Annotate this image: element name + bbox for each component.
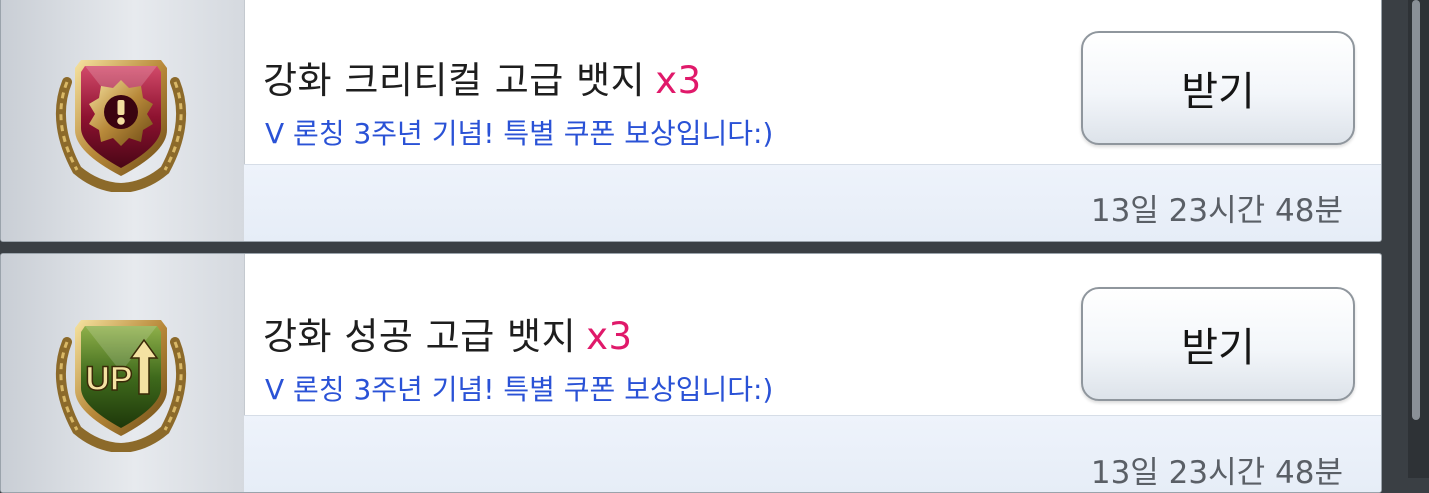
reward-message: V 론칭 3주년 기념! 특별 쿠폰 보상입니다:) — [265, 117, 774, 150]
claim-button[interactable]: 받기 — [1081, 31, 1355, 145]
reward-list: 강화 크리티컬 고급 뱃지 x3 V 론칭 3주년 기념! 특별 쿠폰 보상입니다… — [0, 0, 1384, 493]
reward-title: 강화 크리티컬 고급 뱃지 x3 — [263, 50, 702, 104]
reward-item-success: UP 강화 성공 고급 뱃지 x3 V 론칭 3주년 기념! 특별 쿠폰 보상입니… — [0, 253, 1382, 493]
scrollbar-thumb[interactable] — [1412, 0, 1420, 420]
expiry-time: 13일 23시간 48분 — [1090, 193, 1343, 229]
badge-up-text: UP — [85, 360, 132, 398]
claim-button[interactable]: 받기 — [1081, 287, 1355, 401]
reward-message: V 론칭 3주년 기념! 특별 쿠폰 보상입니다:) — [265, 373, 774, 406]
expiry-time: 13일 23시간 48분 — [1090, 455, 1343, 491]
reward-title: 강화 성공 고급 뱃지 x3 — [263, 306, 633, 360]
success-up-badge-icon: UP — [55, 320, 187, 452]
reward-quantity: x3 — [655, 59, 702, 102]
reward-name: 강화 성공 고급 뱃지 — [263, 315, 577, 358]
reward-icon-panel — [1, 0, 245, 241]
reward-item-critical: 강화 크리티컬 고급 뱃지 x3 V 론칭 3주년 기념! 특별 쿠폰 보상입니다… — [0, 0, 1382, 242]
reward-icon-panel: UP — [1, 254, 245, 492]
reward-name: 강화 크리티컬 고급 뱃지 — [263, 59, 646, 102]
critical-badge-icon — [55, 60, 187, 192]
reward-quantity: x3 — [586, 315, 633, 358]
